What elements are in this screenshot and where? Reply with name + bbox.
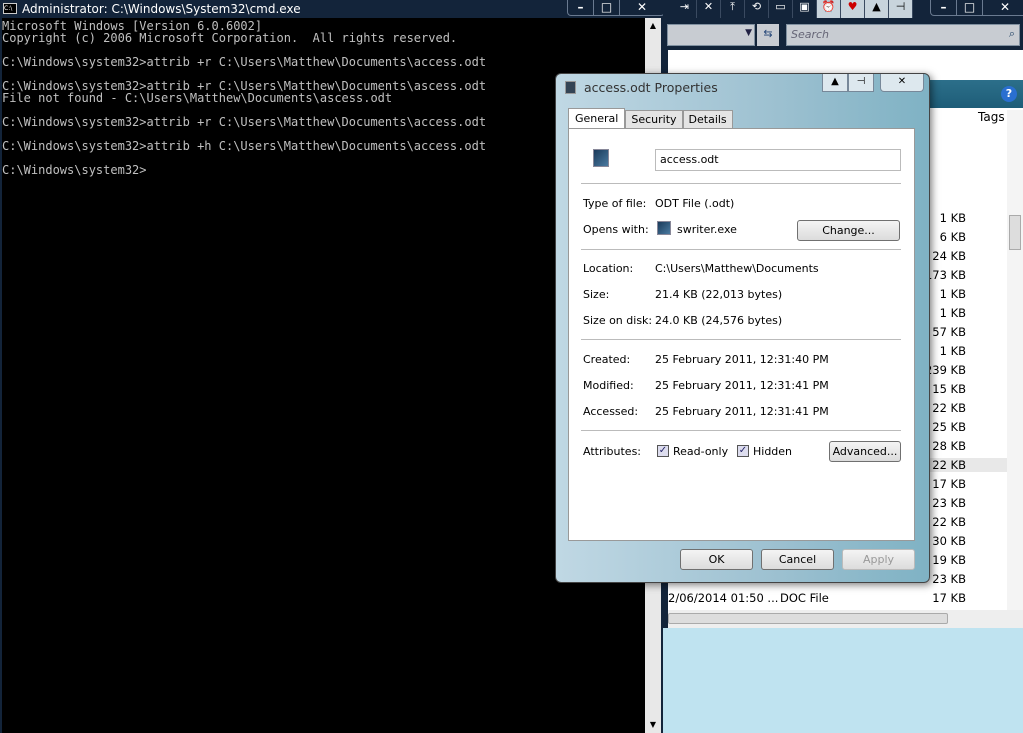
console-line: Copyright (c) 2006 Microsoft Corporation…	[2, 31, 458, 45]
console-output[interactable]: Microsoft Windows [Version 6.0.6002] Copy…	[2, 18, 645, 733]
cmd-title-bar[interactable]: C:\ Administrator: C:\Windows\System32\c…	[0, 0, 663, 18]
odt-file-icon	[593, 149, 609, 167]
dialog-title: access.odt Properties	[584, 80, 718, 95]
tool-icon[interactable]: ⟲	[745, 0, 769, 18]
hidden-checkbox[interactable]: ✓	[737, 445, 749, 457]
file-icon	[565, 81, 576, 94]
change-button[interactable]: Change...	[797, 220, 900, 241]
scroll-thumb[interactable]	[1009, 215, 1021, 250]
maximize-button[interactable]: □	[594, 0, 620, 15]
console-line: C:\Windows\system32>attrib +h C:\Users\M…	[2, 139, 487, 153]
chevron-down-icon[interactable]: ▼	[745, 28, 752, 38]
scroll-up-icon[interactable]: ▲	[645, 18, 661, 34]
cmd-title: Administrator: C:\Windows\System32\cmd.e…	[22, 2, 301, 16]
horizontal-scrollbar[interactable]	[668, 610, 1023, 628]
tool-icon[interactable]: ✕	[697, 0, 721, 18]
date-cell: 2/06/2014 01:50 ...	[668, 591, 779, 605]
disk-value: 24.0 KB (24,576 bytes)	[655, 314, 783, 327]
cmd-icon: C:\	[3, 3, 17, 14]
console-line: C:\Windows\system32>	[2, 163, 147, 177]
size-value: 21.4 KB (22,013 bytes)	[655, 288, 783, 301]
readonly-label: Read-only	[673, 445, 729, 458]
hidden-label: Hidden	[753, 445, 793, 458]
close-button[interactable]: ✕	[880, 74, 924, 92]
disk-label: Size on disk:	[583, 314, 653, 327]
cancel-button[interactable]: Cancel	[761, 549, 834, 570]
location-value: C:\Users\Matthew\Documents	[655, 262, 819, 275]
list-scrollbar[interactable]	[1007, 110, 1023, 610]
heart-folder-icon[interactable]: ♥	[841, 0, 865, 18]
location-label: Location:	[583, 262, 634, 275]
type-cell: DOC File	[780, 591, 829, 605]
apply-button[interactable]: Apply	[842, 549, 915, 570]
advanced-button[interactable]: Advanced...	[829, 441, 901, 462]
tab-general[interactable]: General	[568, 108, 626, 128]
minimize-button[interactable]: –	[931, 0, 957, 15]
created-value: 25 February 2011, 12:31:40 PM	[655, 353, 829, 366]
divider	[581, 339, 901, 340]
console-line: C:\Windows\system32>attrib +r C:\Users\M…	[2, 115, 487, 129]
modified-value: 25 February 2011, 12:31:41 PM	[655, 379, 829, 392]
pin-icon[interactable]: ⊣	[848, 74, 874, 92]
close-button[interactable]: ✕	[983, 0, 1023, 15]
tool-icon[interactable]: ▣	[793, 0, 817, 18]
scroll-thumb[interactable]	[668, 613, 948, 624]
created-label: Created:	[583, 353, 631, 366]
size-cell[interactable]: 17 KB	[888, 591, 966, 605]
tool-icon[interactable]: ⇥	[673, 0, 697, 18]
toolbar: ⇥ ✕ ⤒ ⟲ ▭ ▣ ⏰ ♥ ▲ ⊣	[673, 0, 913, 18]
search-icon[interactable]: ⌕	[1009, 27, 1015, 41]
opens-label: Opens with:	[583, 223, 649, 236]
filename-input[interactable]: access.odt	[655, 149, 901, 171]
opens-value: swriter.exe	[677, 223, 737, 236]
divider	[581, 183, 901, 184]
modified-label: Modified:	[583, 379, 634, 392]
clock-folder-icon[interactable]: ⏰	[817, 0, 841, 18]
attributes-label: Attributes:	[583, 445, 642, 458]
tool-icon[interactable]: ▭	[769, 0, 793, 18]
console-line: C:\Windows\system32>attrib +r C:\Users\M…	[2, 55, 487, 69]
tool-icon[interactable]: ⤒	[721, 0, 745, 18]
console-line: File not found - C:\Users\Matthew\Docume…	[2, 91, 393, 105]
type-label: Type of file:	[583, 197, 647, 210]
size-label: Size:	[583, 288, 610, 301]
close-button[interactable]: ✕	[620, 0, 664, 15]
scroll-down-icon[interactable]: ▼	[645, 717, 661, 733]
up-arrow-icon[interactable]: ▲	[822, 74, 848, 92]
search-input[interactable]: Search ⌕	[786, 24, 1020, 46]
type-value: ODT File (.odt)	[655, 197, 735, 210]
table-row[interactable]: 2/06/2014 01:50 ... DOC File	[668, 591, 829, 605]
divider	[581, 430, 901, 431]
pin-icon[interactable]: ⊣	[889, 0, 913, 18]
general-panel: access.odt Type of file: ODT File (.odt)…	[568, 128, 915, 541]
help-icon[interactable]: ?	[1001, 86, 1017, 102]
maximize-button[interactable]: □	[957, 0, 983, 15]
readonly-checkbox[interactable]: ✓	[657, 445, 669, 457]
divider	[581, 249, 901, 250]
tab-details[interactable]: Details	[682, 110, 733, 128]
swriter-icon	[657, 221, 671, 235]
address-bar[interactable]: ▼	[667, 24, 755, 46]
ok-button[interactable]: OK	[680, 549, 753, 570]
up-arrow-icon[interactable]: ▲	[865, 0, 889, 18]
column-header-tags[interactable]: Tags	[978, 110, 1005, 124]
properties-dialog: access.odt Properties ▲ ⊣ ✕ General Secu…	[555, 73, 930, 583]
minimize-button[interactable]: –	[568, 0, 594, 15]
tab-security[interactable]: Security	[625, 110, 683, 128]
refresh-icon[interactable]: ⇆	[757, 24, 779, 46]
accessed-label: Accessed:	[583, 405, 639, 418]
search-placeholder: Search	[791, 28, 830, 41]
accessed-value: 25 February 2011, 12:31:41 PM	[655, 405, 829, 418]
